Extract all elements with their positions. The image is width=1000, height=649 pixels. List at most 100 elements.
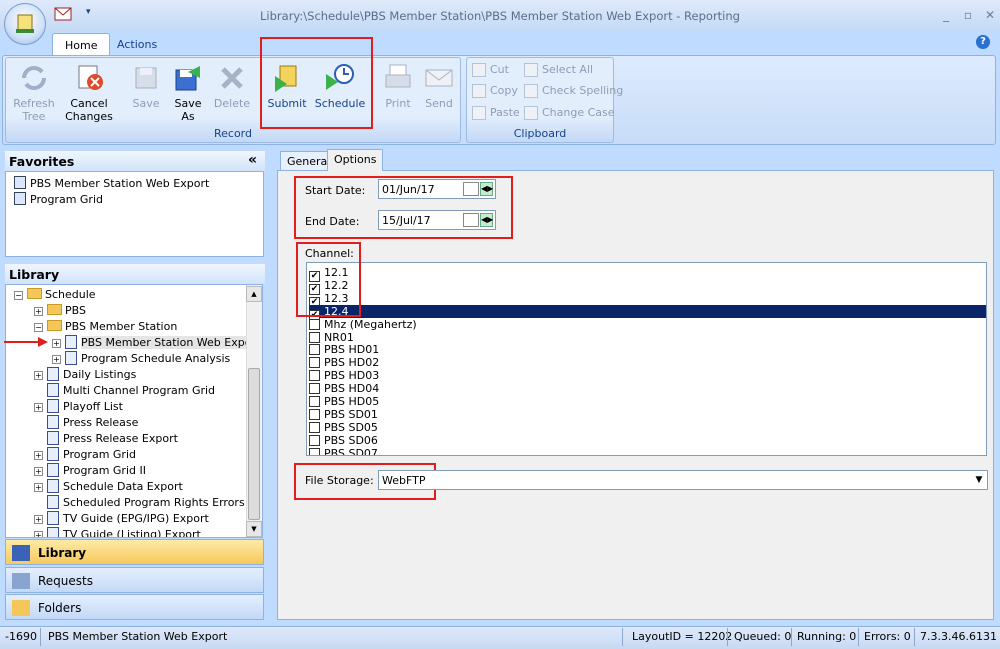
channel-item[interactable]: PBS HD03 <box>309 369 986 382</box>
expand-node-icon[interactable]: + <box>34 467 43 476</box>
expand-node-icon[interactable]: + <box>34 403 43 412</box>
channel-checkbox[interactable] <box>309 318 320 330</box>
tab-options[interactable]: Options <box>327 149 384 171</box>
channel-item[interactable]: ✔ 12.3 <box>309 292 986 308</box>
tree-node-program-schedule-analysis[interactable]: + Program Schedule Analysis <box>52 351 230 367</box>
print-icon <box>385 64 411 88</box>
status-version: 7.3.3.46.6131 <box>920 630 997 643</box>
tree-node-schedule[interactable]: − Schedule <box>14 287 96 303</box>
expand-node-icon[interactable]: + <box>34 515 43 524</box>
tree-node[interactable]: Press Release <box>47 415 138 431</box>
mail-icon[interactable] <box>54 7 72 21</box>
channel-item[interactable]: PBS HD04 <box>309 382 986 395</box>
channel-checkbox[interactable] <box>309 383 320 395</box>
tree-node[interactable]: + Playoff List <box>34 399 123 415</box>
collapse-node-icon[interactable]: − <box>34 323 43 332</box>
channel-checkbox[interactable] <box>309 408 320 420</box>
save-as-button[interactable]: Save As <box>168 60 208 124</box>
channel-item[interactable]: NR01 <box>309 331 986 344</box>
tree-node[interactable]: + Daily Listings <box>34 367 136 383</box>
tree-node[interactable]: Multi Channel Program Grid <box>47 383 215 399</box>
print-button[interactable]: Print <box>380 60 416 124</box>
tree-node[interactable]: + Program Grid II <box>34 463 146 479</box>
tree-node-pbs-member-station[interactable]: − PBS Member Station <box>34 319 177 335</box>
tree-node[interactable]: + TV Guide (Listing) Export <box>34 527 201 537</box>
tree-node[interactable]: Press Release Export <box>47 431 178 447</box>
channel-item[interactable]: PBS SD06 <box>309 434 986 447</box>
favorite-item[interactable]: Program Grid <box>14 192 103 208</box>
tab-actions[interactable]: Actions <box>105 33 169 56</box>
nav-requests-label: Requests <box>38 574 93 588</box>
expand-node-icon[interactable]: + <box>34 483 43 492</box>
channel-checkbox[interactable] <box>309 344 320 356</box>
application-orb-button[interactable] <box>4 3 46 45</box>
send-button[interactable]: Send <box>420 60 458 124</box>
cut-button[interactable]: Cut <box>472 61 509 79</box>
channel-checkbox[interactable] <box>309 357 320 369</box>
quick-access-dropdown-icon[interactable]: ▾ <box>86 7 96 19</box>
close-icon[interactable]: ✕ <box>980 8 1000 22</box>
scroll-up-icon[interactable]: ▲ <box>246 286 262 302</box>
channel-item[interactable]: ✔ 12.1 <box>309 266 986 282</box>
channel-checkbox[interactable] <box>309 370 320 382</box>
paste-button[interactable]: Paste <box>472 104 520 122</box>
expand-node-icon[interactable]: + <box>52 355 61 364</box>
channel-checkbox[interactable] <box>309 447 320 455</box>
select-all-button[interactable]: Select All <box>524 61 593 79</box>
channel-checkbox[interactable] <box>309 331 320 343</box>
nav-library-button[interactable]: Library <box>5 539 264 565</box>
expand-node-icon[interactable]: + <box>52 339 61 348</box>
channel-checkbox[interactable] <box>309 434 320 446</box>
file-storage-select[interactable]: WebFTP <box>378 470 988 490</box>
channel-item[interactable]: PBS SD01 <box>309 408 986 421</box>
maximize-icon[interactable]: ▫ <box>958 8 978 22</box>
tree-node[interactable]: + Schedule Data Export <box>34 479 183 495</box>
report-icon <box>47 415 59 429</box>
channel-checkbox[interactable] <box>309 396 320 407</box>
calendar-icon[interactable] <box>463 213 479 227</box>
favorite-item[interactable]: PBS Member Station Web Export <box>14 176 209 192</box>
save-label: Save <box>132 97 160 110</box>
expand-node-icon[interactable]: + <box>34 307 43 316</box>
nav-requests-button[interactable]: Requests <box>5 567 264 593</box>
channel-item[interactable]: PBS HD02 <box>309 356 986 369</box>
save-button[interactable]: Save <box>126 60 166 124</box>
dropdown-arrow-icon[interactable]: ▼ <box>971 471 987 489</box>
cancel-changes-button[interactable]: Cancel Changes <box>64 60 114 124</box>
folder-icon <box>47 320 62 331</box>
channel-item[interactable]: PBS HD01 <box>309 343 986 356</box>
refresh-tree-button[interactable]: Refresh Tree <box>8 60 60 124</box>
scroll-down-icon[interactable]: ▼ <box>246 521 262 537</box>
copy-button[interactable]: Copy <box>472 82 518 100</box>
check-spelling-button[interactable]: Check Spelling <box>524 82 623 100</box>
tree-node[interactable]: Scheduled Program Rights Errors <box>47 495 245 511</box>
tree-node-pbs[interactable]: + PBS <box>34 303 86 319</box>
channel-item[interactable]: PBS SD05 <box>309 421 986 434</box>
schedule-button[interactable]: Schedule <box>314 60 366 124</box>
channel-item[interactable]: ✔ 12.2 <box>309 279 986 295</box>
date-spin-icon[interactable]: ◀▶ <box>480 182 493 196</box>
collapse-pane-icon[interactable]: « <box>248 152 257 168</box>
channel-item[interactable]: PBS SD07 <box>309 447 986 455</box>
collapse-node-icon[interactable]: − <box>14 291 23 300</box>
calendar-icon[interactable] <box>463 182 479 196</box>
tree-node[interactable]: + Program Grid <box>34 447 136 463</box>
channel-item[interactable]: PBS HD05 <box>309 395 986 408</box>
tree-node-web-export[interactable]: + PBS Member Station Web Export <box>52 335 261 351</box>
expand-node-icon[interactable]: + <box>34 451 43 460</box>
channel-checkbox[interactable] <box>309 421 320 433</box>
expand-node-icon[interactable]: + <box>34 371 43 380</box>
change-case-button[interactable]: Change Case <box>524 104 615 122</box>
channel-item[interactable]: Mhz (Megahertz) <box>309 318 986 331</box>
expand-node-icon[interactable]: + <box>34 531 43 537</box>
date-spin-icon[interactable]: ◀▶ <box>480 213 493 227</box>
scrollbar-thumb[interactable] <box>248 368 260 520</box>
minimize-icon[interactable]: _ <box>936 8 956 22</box>
tree-node[interactable]: + TV Guide (EPG/IPG) Export <box>34 511 209 527</box>
help-icon[interactable]: ? <box>976 35 990 49</box>
delete-button[interactable]: Delete <box>210 60 254 124</box>
tab-home[interactable]: Home <box>52 33 111 56</box>
submit-button[interactable]: Submit <box>266 60 308 124</box>
nav-folders-button[interactable]: Folders <box>5 594 264 620</box>
channel-item[interactable]: ✔ 12.4 <box>309 304 986 321</box>
